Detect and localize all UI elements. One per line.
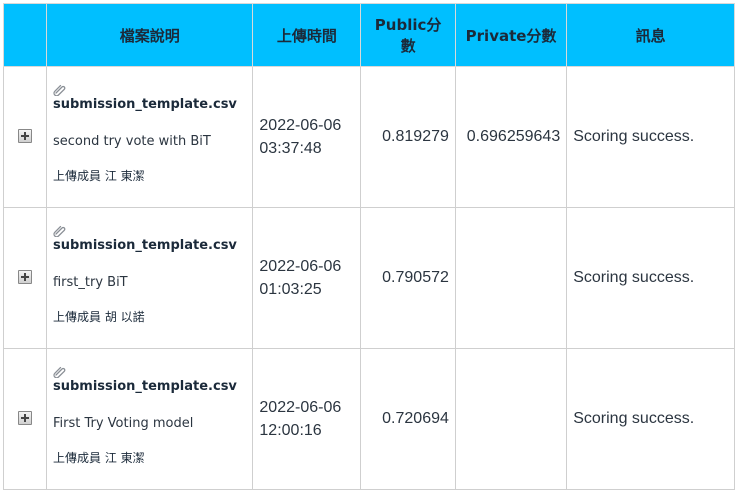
uploader-info: 上傳成員 胡 以諾 [53, 308, 246, 325]
uploader-name: 胡 以諾 [104, 310, 145, 324]
paperclip-icon [53, 84, 66, 96]
paperclip-icon [53, 366, 66, 378]
uploader-label: 上傳成員 [52, 451, 101, 465]
upload-date: 2022-06-06 [259, 117, 342, 134]
message-cell: Scoring success. [566, 348, 735, 490]
upload-time-cell: 2022-06-06 03:37:48 [252, 66, 362, 208]
table-row: submission_template.csv second try vote … [3, 66, 735, 208]
upload-time-cell: 2022-06-06 01:03:25 [252, 207, 362, 349]
file-name-link[interactable]: submission_template.csv [53, 379, 246, 394]
submissions-table: 檔案說明 上傳時間 Public分 數 Private分數 訊息 submiss… [3, 3, 735, 490]
upload-clock-time: 03:37:48 [259, 140, 322, 157]
uploader-label: 上傳成員 [52, 169, 101, 183]
public-score-header-line2: 數 [400, 37, 416, 55]
column-header-private-score: Private分數 [454, 3, 568, 67]
file-cell: submission_template.csv First Try Voting… [45, 348, 254, 490]
submission-description: second try vote with BiT [52, 134, 211, 149]
column-header-public-score: Public分 數 [360, 3, 456, 67]
column-header-message: 訊息 [566, 3, 735, 67]
file-cell: submission_template.csv second try vote … [45, 66, 254, 208]
upload-clock-time: 12:00:16 [259, 422, 322, 439]
upload-clock-time: 01:03:25 [259, 281, 322, 298]
file-name-link[interactable]: submission_template.csv [53, 238, 246, 253]
file-cell: submission_template.csv first_try BiT 上傳… [45, 207, 254, 349]
table-row: submission_template.csv first_try BiT 上傳… [3, 207, 735, 349]
public-score-cell: 0.819279 [360, 66, 456, 208]
uploader-info: 上傳成員 江 東潔 [53, 167, 246, 184]
expand-plus-icon[interactable] [17, 269, 32, 284]
private-score-cell: 0.696259643 [454, 66, 568, 208]
paperclip-icon [53, 225, 66, 237]
expand-plus-icon[interactable] [17, 128, 32, 143]
table-row: submission_template.csv First Try Voting… [3, 348, 735, 490]
column-header-file: 檔案說明 [45, 3, 254, 67]
message-cell: Scoring success. [566, 66, 735, 208]
expand-cell [3, 66, 47, 208]
uploader-name: 江 東潔 [104, 169, 145, 183]
file-name-link[interactable]: submission_template.csv [53, 97, 246, 112]
upload-date: 2022-06-06 [259, 258, 342, 275]
table-header-row: 檔案說明 上傳時間 Public分 數 Private分數 訊息 [3, 3, 735, 67]
public-score-cell: 0.720694 [360, 348, 456, 490]
uploader-label: 上傳成員 [52, 310, 101, 324]
private-score-cell [454, 348, 568, 490]
column-header-expand [3, 3, 47, 67]
public-score-cell: 0.790572 [360, 207, 456, 349]
uploader-info: 上傳成員 江 東潔 [53, 449, 246, 466]
submission-description: first_try BiT [52, 275, 128, 290]
expand-cell [3, 207, 47, 349]
upload-time-cell: 2022-06-06 12:00:16 [252, 348, 362, 490]
submission-description: First Try Voting model [52, 416, 194, 431]
private-score-cell [454, 207, 568, 349]
uploader-name: 江 東潔 [104, 451, 145, 465]
expand-plus-icon[interactable] [17, 410, 32, 425]
message-cell: Scoring success. [566, 207, 735, 349]
column-header-upload-time: 上傳時間 [252, 3, 362, 67]
expand-cell [3, 348, 47, 490]
upload-date: 2022-06-06 [259, 399, 342, 416]
public-score-header-line1: Public分 [374, 16, 442, 34]
